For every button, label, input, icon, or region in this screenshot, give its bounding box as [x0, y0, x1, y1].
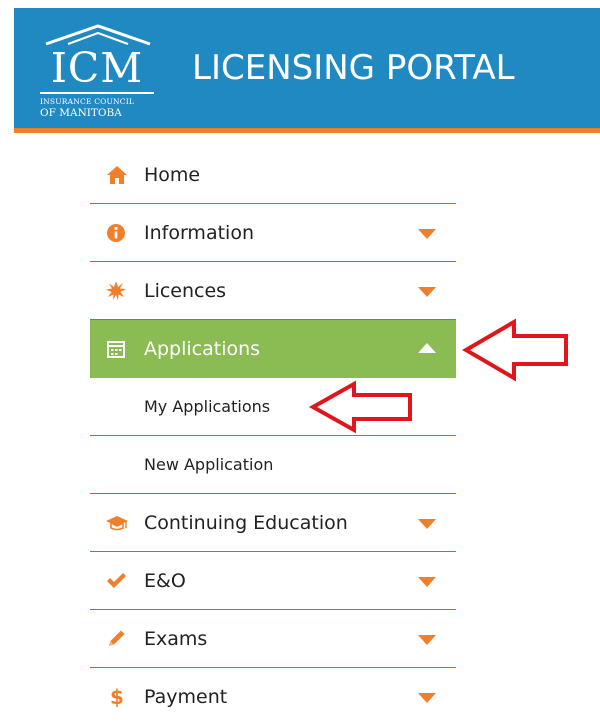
- starburst-icon: [106, 281, 126, 301]
- caret-up-icon: [418, 343, 436, 353]
- menu-item-information[interactable]: Information: [90, 204, 456, 262]
- caret-down-icon: [418, 287, 436, 297]
- logo-rule: [40, 92, 154, 94]
- caret-down-icon: [418, 635, 436, 645]
- menu-item-applications[interactable]: Applications: [90, 320, 456, 378]
- checkmark-icon: [107, 573, 126, 588]
- caret-down-icon: [418, 229, 436, 239]
- menu-item-licences[interactable]: Licences: [90, 262, 456, 320]
- menu-item-label: E&O: [144, 570, 186, 592]
- info-circle-icon: [107, 224, 125, 242]
- sidebar-menu: Home Information Licences Applications M…: [90, 146, 456, 726]
- menu-item-label: Continuing Education: [144, 512, 348, 534]
- menu-item-label: Licences: [144, 280, 227, 302]
- svg-text:$: $: [110, 687, 124, 707]
- logo-subtitle-line2: OF MANITOBA: [40, 107, 122, 119]
- menu-item-e-and-o[interactable]: E&O: [90, 552, 456, 610]
- home-icon: [107, 166, 127, 184]
- icm-logo[interactable]: ICM INSURANCE COUNCIL OF MANITOBA: [40, 24, 158, 124]
- logo-subtitle-line1: INSURANCE COUNCIL: [40, 97, 135, 106]
- logo-roof-icon: [45, 24, 151, 46]
- menu-item-label: Exams: [144, 628, 208, 650]
- menu-item-payment[interactable]: $ Payment: [90, 668, 456, 726]
- submenu-item-label: My Applications: [144, 397, 271, 416]
- header-accent-stripe: [14, 128, 600, 133]
- caret-down-icon: [418, 693, 436, 703]
- menu-item-label: Applications: [144, 338, 261, 360]
- caret-down-icon: [418, 519, 436, 529]
- menu-item-home[interactable]: Home: [90, 146, 456, 204]
- portal-header: ICM INSURANCE COUNCIL OF MANITOBA LICENS…: [14, 8, 600, 128]
- logo-letters: ICM: [50, 44, 144, 92]
- dollar-icon: $: [110, 687, 124, 707]
- calendar-icon: [107, 341, 125, 358]
- caret-down-icon: [418, 577, 436, 587]
- submenu-item-label: New Application: [144, 455, 274, 474]
- pencil-icon: [109, 630, 125, 646]
- menu-item-exams[interactable]: Exams: [90, 610, 456, 668]
- portal-title: LICENSING PORTAL: [192, 48, 515, 88]
- submenu-item-new-application[interactable]: New Application: [90, 436, 456, 494]
- menu-item-label: Home: [144, 164, 201, 186]
- menu-item-label: Payment: [144, 686, 228, 708]
- annotation-arrow-my-applications-icon: [308, 380, 412, 434]
- menu-item-continuing-education[interactable]: Continuing Education: [90, 494, 456, 552]
- graduation-cap-icon: [106, 516, 128, 531]
- menu-item-label: Information: [144, 222, 254, 244]
- annotation-arrow-applications-icon: [462, 318, 568, 382]
